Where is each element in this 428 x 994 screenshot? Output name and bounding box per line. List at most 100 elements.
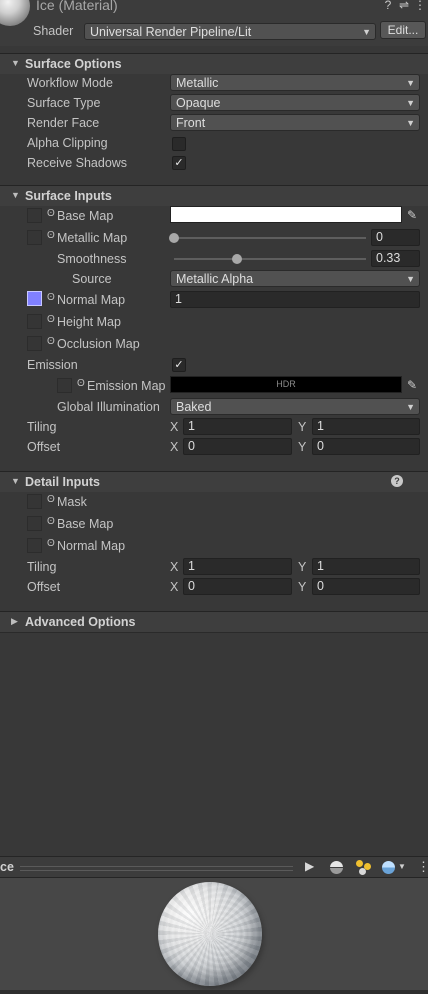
offset-y-field[interactable]: 0 [312,438,420,455]
height-map-label: Height Map [57,315,121,329]
global-illumination-value: Baked [176,400,212,414]
material-title: Ice (Material) [36,0,118,13]
help-icon[interactable]: ? [391,475,403,487]
render-face-dropdown[interactable]: Front ▼ [170,114,420,131]
metallic-slider-knob[interactable] [169,233,179,243]
offset-y-label: Y [298,440,307,454]
detail-offset-x-field[interactable]: 0 [183,578,292,595]
receive-shadows-checkbox[interactable]: ✓ [172,156,186,170]
object-picker-icon[interactable]: ʘ [47,230,55,241]
detail-offset-label: Offset [27,580,61,594]
metallic-map-label: Metallic Map [57,231,128,245]
occlusion-map-label: Occlusion Map [57,337,140,351]
object-picker-icon[interactable]: ʘ [47,336,55,347]
edit-shader-button[interactable]: Edit... [380,21,426,39]
emission-map-texture-slot[interactable] [57,378,72,393]
object-picker-icon[interactable]: ʘ [47,314,55,325]
material-thumbnail [0,0,30,26]
smoothness-slider-track[interactable] [174,258,366,260]
smoothness-slider-knob[interactable] [232,254,242,264]
eyedropper-icon[interactable]: ✎ [404,377,420,393]
offset-x-label: X [170,440,179,454]
base-map-color-field[interactable] [170,206,402,223]
global-illumination-label: Global Illumination [57,400,160,414]
more-icon[interactable]: ⋮ [413,0,427,12]
tiling-y-field[interactable]: 1 [312,418,420,435]
background-sphere-icon[interactable] [382,861,395,874]
emission-checkbox[interactable]: ✓ [172,358,186,372]
emission-color-field[interactable]: HDR [170,376,402,393]
offset-x-field[interactable]: 0 [183,438,292,455]
height-map-texture-slot[interactable] [27,314,42,329]
chevron-down-icon: ▼ [362,27,371,37]
surface-type-dropdown[interactable]: Opaque ▼ [170,94,420,111]
preview-toolbar: ce ▶ ▼ ⋮ [0,856,428,878]
source-value: Metallic Alpha [176,272,254,286]
detail-normal-map-texture-slot[interactable] [27,538,42,553]
smoothness-value-field[interactable]: 0.33 [371,250,420,267]
detail-base-map-texture-slot[interactable] [27,516,42,531]
render-face-value: Front [176,116,206,130]
drag-handle[interactable] [20,866,293,871]
foldout-expanded-icon: ▼ [11,58,20,68]
chevron-down-icon: ▼ [406,402,415,412]
mask-texture-slot[interactable] [27,494,42,509]
source-dropdown[interactable]: Metallic Alpha ▼ [170,270,420,287]
material-preview-sphere [158,882,262,986]
workflow-mode-value: Metallic [176,76,219,90]
detail-offset-y-field[interactable]: 0 [312,578,420,595]
metallic-slider-track[interactable] [174,237,366,239]
play-icon[interactable]: ▶ [305,859,314,873]
alpha-clipping-checkbox[interactable] [172,137,186,151]
source-label: Source [72,272,112,286]
tiling-y-label: Y [298,420,307,434]
object-picker-icon[interactable]: ʘ [77,378,85,389]
eyedropper-icon[interactable]: ✎ [404,207,420,223]
more-icon[interactable]: ⋮ [417,859,428,875]
normal-map-texture-slot[interactable] [27,291,42,306]
detail-tiling-y-label: Y [298,560,307,574]
advanced-options-header[interactable]: ▶ Advanced Options [0,611,428,632]
metallic-map-texture-slot[interactable] [27,230,42,245]
tiling-x-field[interactable]: 1 [183,418,292,435]
surface-inputs-title: Surface Inputs [25,189,112,203]
object-picker-icon[interactable]: ʘ [47,292,55,303]
chevron-down-icon[interactable]: ▼ [398,862,406,871]
settings-icon[interactable]: ⇌ [397,0,411,12]
occlusion-map-texture-slot[interactable] [27,336,42,351]
tiling-x-label: X [170,420,179,434]
surface-type-value: Opaque [176,96,221,110]
global-illumination-dropdown[interactable]: Baked ▼ [170,398,420,415]
alpha-clipping-label: Alpha Clipping [27,136,108,150]
workflow-mode-dropdown[interactable]: Metallic ▼ [170,74,420,91]
divider [0,632,428,633]
chevron-down-icon: ▼ [406,98,415,108]
hdr-label: HDR [276,379,296,389]
detail-offset-y-label: Y [298,580,307,594]
workflow-mode-label: Workflow Mode [27,76,113,90]
sphere-mesh-icon[interactable] [330,861,343,874]
object-picker-icon[interactable]: ʘ [47,538,55,549]
surface-type-label: Surface Type [27,96,101,110]
detail-tiling-x-field[interactable]: 1 [183,558,292,575]
normal-map-scale-field[interactable]: 1 [170,291,420,308]
surface-inputs-header[interactable]: ▼ Surface Inputs [0,185,428,206]
detail-tiling-label: Tiling [27,560,57,574]
detail-offset-x-label: X [170,580,179,594]
object-picker-icon[interactable]: ʘ [47,494,55,505]
object-picker-icon[interactable]: ʘ [47,208,55,219]
normal-map-label: Normal Map [57,293,126,307]
material-header: Ice (Material) ? ⇌ ⋮ Shader Universal Re… [0,0,428,46]
light-toggle-icon[interactable] [356,860,372,876]
help-icon[interactable]: ? [381,0,395,12]
detail-tiling-y-field[interactable]: 1 [312,558,420,575]
object-picker-icon[interactable]: ʘ [47,516,55,527]
metallic-value-field[interactable]: 0 [371,229,420,246]
smoothness-label: Smoothness [57,252,127,266]
shader-dropdown[interactable]: Universal Render Pipeline/Lit ▼ [84,23,376,40]
base-map-texture-slot[interactable] [27,208,42,223]
foldout-expanded-icon: ▼ [11,190,20,200]
detail-inputs-header[interactable]: ▼ Detail Inputs ? [0,471,428,492]
chevron-down-icon: ▼ [406,78,415,88]
surface-options-header[interactable]: ▼ Surface Options [0,53,428,74]
